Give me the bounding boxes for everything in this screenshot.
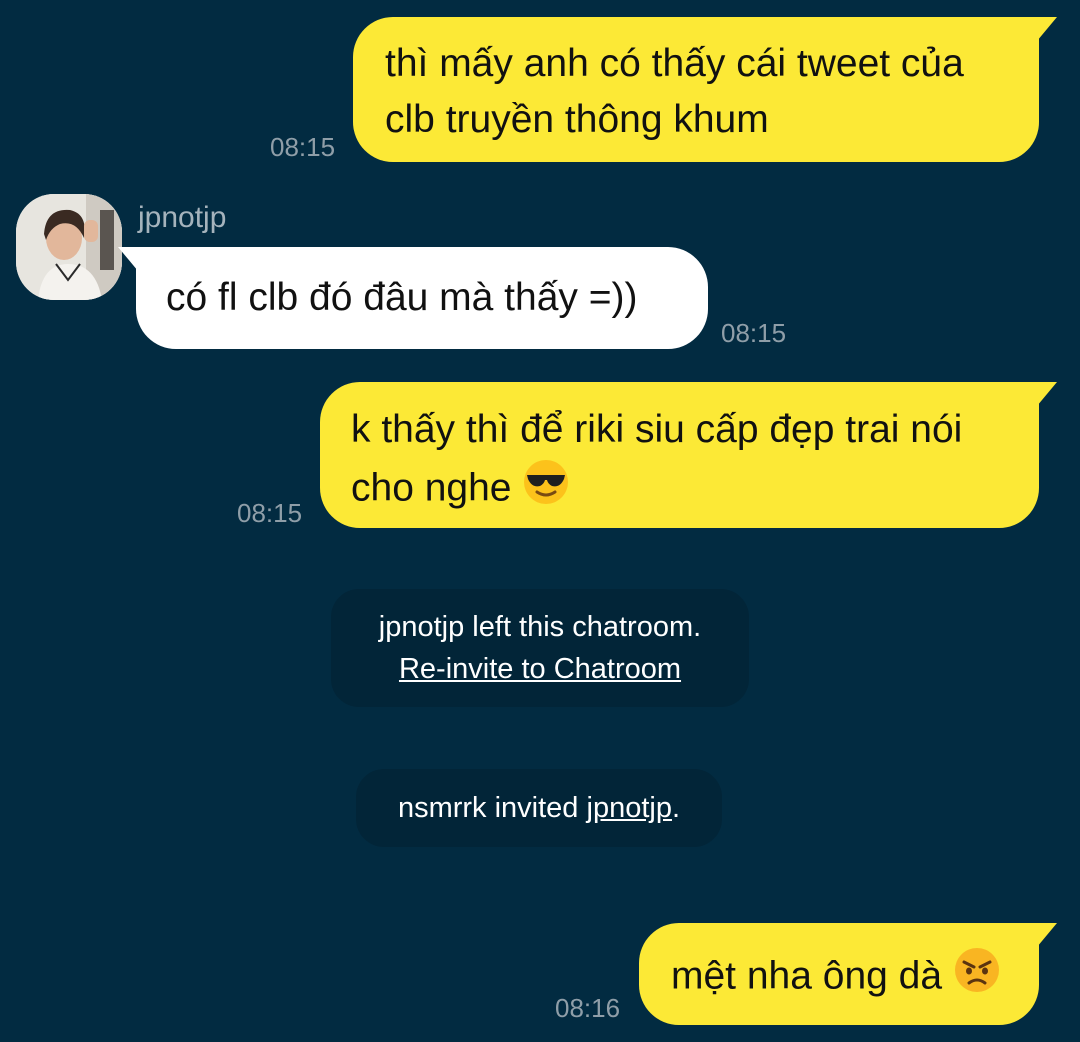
message-text-line: cho nghe — [351, 458, 1015, 522]
message-text-line: clb truyền thông khum — [385, 98, 769, 141]
my-message-bubble[interactable]: k thấy thì để riki siu cấp đẹp trai nói … — [320, 382, 1057, 528]
smiling-face-with-sunglasses-emoji — [522, 458, 570, 522]
angry-face-emoji — [953, 946, 1001, 1010]
system-notice-left: jpnotjp left this chatroom. Re-invite to… — [331, 589, 749, 707]
avatar[interactable] — [16, 194, 122, 300]
system-notice-text: nsmrrk invited — [397, 792, 587, 824]
invited-user-link[interactable]: jpnotjp — [587, 792, 672, 824]
my-message-bubble[interactable]: thì mấy anh có thấy cái tweet của clb tr… — [353, 17, 1057, 162]
message-timestamp: 08:16 — [555, 993, 621, 1023]
message-timestamp: 08:15 — [270, 132, 336, 162]
profile-photo-icon — [16, 194, 122, 300]
message-text: cho nghe — [351, 466, 512, 510]
message-text-line: thì mấy anh có thấy cái tweet của — [385, 42, 964, 85]
my-message-bubble[interactable]: mệt nha ông dà — [639, 923, 1057, 1025]
their-message-bubble[interactable]: có fl clb đó đâu mà thấy =)) — [118, 247, 708, 349]
message-text-line: k thấy thì để riki siu cấp đẹp trai nói — [351, 408, 963, 451]
system-notice-suffix: . — [671, 792, 681, 824]
message-timestamp: 08:15 — [237, 498, 303, 528]
message-text: có fl clb đó đâu mà thấy =)) — [166, 276, 638, 319]
system-notice-text: jpnotjp left this chatroom. — [378, 611, 702, 643]
message-timestamp: 08:15 — [721, 318, 787, 348]
sender-name: jpnotjp — [138, 201, 227, 234]
reinvite-link[interactable]: Re-invite to Chatroom — [331, 648, 749, 690]
message-text: mệt nha ông dà — [671, 954, 943, 998]
system-notice-invited: nsmrrk invited jpnotjp. — [356, 769, 722, 847]
